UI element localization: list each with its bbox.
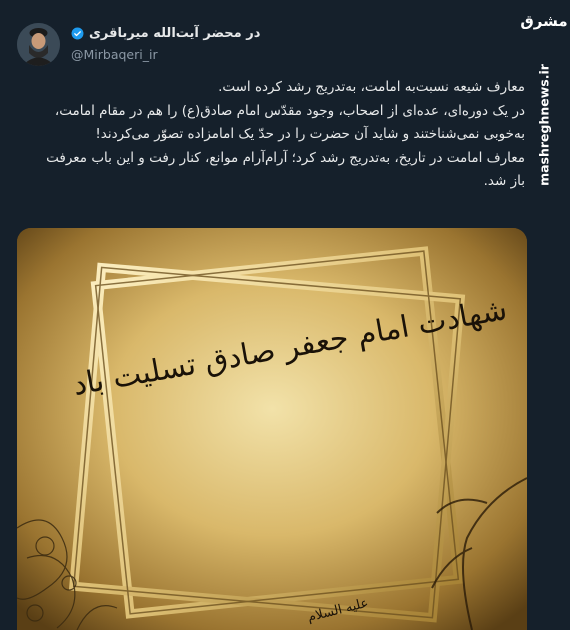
tweet-paragraph-3: معارف امامت در تاریخ، به‌تدریج رشد کرد؛ … xyxy=(46,149,525,190)
watermark-logo: مشرق xyxy=(520,12,568,30)
watermark-site: mashreghnews.ir xyxy=(536,64,552,186)
avatar[interactable] xyxy=(17,23,60,66)
avatar-image xyxy=(17,23,60,66)
verified-badge-icon xyxy=(71,27,84,40)
tweet-paragraph-1: معارف شیعه نسبت‌به امامت، به‌تدریج رشد ک… xyxy=(218,79,525,95)
name-line[interactable]: در محضر آیت‌الله میرباقری xyxy=(71,26,260,41)
display-name: در محضر آیت‌الله میرباقری xyxy=(89,26,261,41)
watermark: مشرق mashreghnews.ir xyxy=(520,0,568,200)
tweet-text: معارف شیعه نسبت‌به امامت، به‌تدریج رشد ک… xyxy=(35,76,525,194)
tweet-paragraph-2: در یک دوره‌ای، عده‌ای از اصحاب، وجود مقد… xyxy=(54,102,525,143)
tweet-media-image[interactable]: علیه السلام xyxy=(17,228,527,630)
media-artwork xyxy=(17,228,527,630)
tweet-header: در محضر آیت‌الله میرباقری @Mirbaqeri_ir xyxy=(17,20,517,70)
user-handle[interactable]: @Mirbaqeri_ir xyxy=(71,47,158,62)
